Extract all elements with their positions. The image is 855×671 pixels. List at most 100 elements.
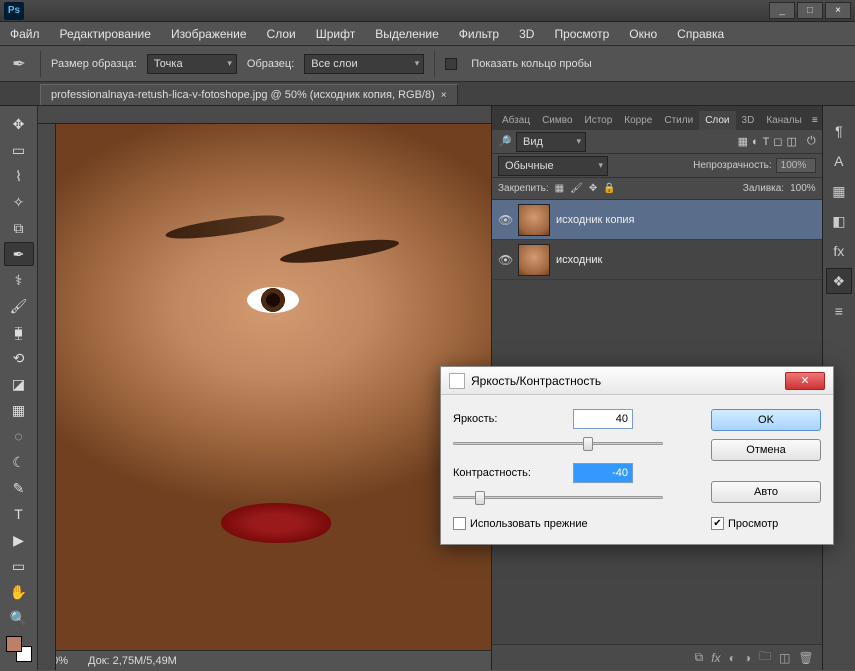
zoom-tool[interactable]: 🔍	[4, 606, 34, 630]
menu-image[interactable]: Изображение	[161, 23, 257, 45]
tab-styles[interactable]: Стили	[658, 111, 699, 130]
link-layers-icon[interactable]: ⧉	[695, 650, 704, 665]
eraser-tool[interactable]: ◪	[4, 372, 34, 396]
layer-thumbnail[interactable]	[518, 244, 550, 276]
clone-stamp-tool[interactable]: ⧯	[4, 320, 34, 344]
tab-3d[interactable]: 3D	[736, 111, 761, 130]
cancel-button[interactable]: Отмена	[711, 439, 821, 461]
group-icon[interactable]: 🗀	[759, 647, 771, 668]
layer-name[interactable]: исходник копия	[556, 214, 635, 226]
filter-pixel-icon[interactable]: ▦	[738, 135, 748, 148]
visibility-toggle-icon[interactable]: 👁	[498, 253, 512, 267]
dock-paragraph-icon[interactable]: ¶	[826, 118, 852, 144]
healing-brush-tool[interactable]: ⚕	[4, 268, 34, 292]
pen-tool[interactable]: ✎	[4, 476, 34, 500]
type-tool[interactable]: T	[4, 502, 34, 526]
dialog-close-button[interactable]: ✕	[785, 372, 825, 390]
menu-filter[interactable]: Фильтр	[449, 23, 509, 45]
adjustment-layer-icon[interactable]: ◑	[744, 651, 751, 665]
dock-styles-icon[interactable]: fx	[826, 238, 852, 264]
menu-window[interactable]: Окно	[619, 23, 667, 45]
magic-wand-tool[interactable]: ✧	[4, 190, 34, 214]
tab-character[interactable]: Симво	[536, 111, 578, 130]
layer-fx-icon[interactable]: fx	[711, 651, 720, 665]
crop-tool[interactable]: ⧉	[4, 216, 34, 240]
menu-file[interactable]: Файл	[0, 23, 50, 45]
sample-target-select[interactable]: Все слои	[304, 54, 424, 74]
sample-size-select[interactable]: Точка	[147, 54, 237, 74]
color-swatches[interactable]	[6, 636, 32, 662]
menu-edit[interactable]: Редактирование	[50, 23, 161, 45]
opacity-field[interactable]: 100%	[776, 158, 816, 173]
window-minimize-button[interactable]: _	[769, 2, 795, 19]
brush-tool[interactable]: 🖌	[4, 294, 34, 318]
tab-layers[interactable]: Слои	[699, 111, 735, 130]
dock-histogram-icon[interactable]: ▦	[826, 178, 852, 204]
blur-tool[interactable]: ◌	[4, 424, 34, 448]
dialog-titlebar[interactable]: Яркость/Контрастность ✕	[441, 367, 833, 395]
history-brush-tool[interactable]: ⟲	[4, 346, 34, 370]
filter-type-icon[interactable]: T	[763, 136, 770, 148]
tab-adjustments[interactable]: Корре	[618, 111, 658, 130]
menu-3d[interactable]: 3D	[509, 23, 544, 45]
ok-button[interactable]: OK	[711, 409, 821, 431]
close-tab-icon[interactable]: ×	[441, 90, 447, 101]
layer-mask-icon[interactable]: ◐	[729, 651, 736, 665]
filter-toggle-icon[interactable]: ⏻	[807, 135, 816, 148]
show-ring-checkbox[interactable]	[445, 58, 457, 70]
shape-tool[interactable]: ▭	[4, 554, 34, 578]
lock-transparent-icon[interactable]: ▦	[555, 183, 564, 194]
path-select-tool[interactable]: ▶	[4, 528, 34, 552]
filter-adjust-icon[interactable]: ◐	[752, 136, 759, 148]
brightness-slider[interactable]	[453, 435, 663, 453]
preview-checkbox[interactable]: ✔	[711, 517, 724, 530]
contrast-slider[interactable]	[453, 489, 663, 507]
dodge-tool[interactable]: ☾	[4, 450, 34, 474]
gradient-tool[interactable]: ▦	[4, 398, 34, 422]
auto-button[interactable]: Авто	[711, 481, 821, 503]
lasso-tool[interactable]: ⌇	[4, 164, 34, 188]
layer-filter-kind[interactable]: Вид	[516, 132, 586, 152]
layer-item[interactable]: 👁 исходник копия	[492, 200, 822, 240]
fill-field[interactable]: 100%	[790, 183, 816, 194]
dock-layers-icon[interactable]: ❖	[826, 268, 852, 294]
foreground-color[interactable]	[6, 636, 22, 652]
delete-layer-icon[interactable]: 🗑	[798, 651, 813, 665]
tab-history[interactable]: Истор	[579, 111, 619, 130]
dock-channels-icon[interactable]: ≡	[826, 298, 852, 324]
new-layer-icon[interactable]: ◫	[779, 651, 790, 665]
eyedropper-tool[interactable]: ✒	[4, 242, 34, 266]
layer-item[interactable]: 👁 исходник	[492, 240, 822, 280]
window-maximize-button[interactable]: □	[797, 2, 823, 19]
document-tab[interactable]: professionalnaya-retush-lica-v-fotoshope…	[40, 84, 458, 105]
canvas[interactable]	[56, 124, 491, 650]
menu-select[interactable]: Выделение	[365, 23, 449, 45]
menu-help[interactable]: Справка	[667, 23, 734, 45]
lock-all-icon[interactable]: 🔒	[603, 183, 615, 194]
panel-menu-icon[interactable]: ≡	[808, 111, 822, 130]
menu-view[interactable]: Просмотр	[544, 23, 619, 45]
brightness-input[interactable]	[573, 409, 633, 429]
filter-shape-icon[interactable]: ◻	[773, 135, 782, 148]
hand-tool[interactable]: ✋	[4, 580, 34, 604]
marquee-tool[interactable]: ▭	[4, 138, 34, 162]
dock-character-icon[interactable]: A	[826, 148, 852, 174]
dock-swatches-icon[interactable]: ◧	[826, 208, 852, 234]
filter-smart-icon[interactable]: ◫	[787, 135, 797, 148]
contrast-input[interactable]	[573, 463, 633, 483]
menu-layers[interactable]: Слои	[257, 23, 306, 45]
window-close-button[interactable]: ×	[825, 2, 851, 19]
lock-pixels-icon[interactable]: 🖌	[570, 183, 583, 194]
blend-mode-select[interactable]: Обычные	[498, 156, 608, 176]
slider-thumb[interactable]	[475, 491, 485, 505]
slider-thumb[interactable]	[583, 437, 593, 451]
layer-name[interactable]: исходник	[556, 254, 602, 266]
tab-channels[interactable]: Каналы	[760, 111, 808, 130]
tab-paragraph[interactable]: Абзац	[496, 111, 536, 130]
move-tool[interactable]: ✥	[4, 112, 34, 136]
visibility-toggle-icon[interactable]: 👁	[498, 213, 512, 227]
layer-thumbnail[interactable]	[518, 204, 550, 236]
legacy-checkbox[interactable]	[453, 517, 466, 530]
menu-type[interactable]: Шрифт	[306, 23, 365, 45]
lock-position-icon[interactable]: ✥	[589, 183, 597, 194]
